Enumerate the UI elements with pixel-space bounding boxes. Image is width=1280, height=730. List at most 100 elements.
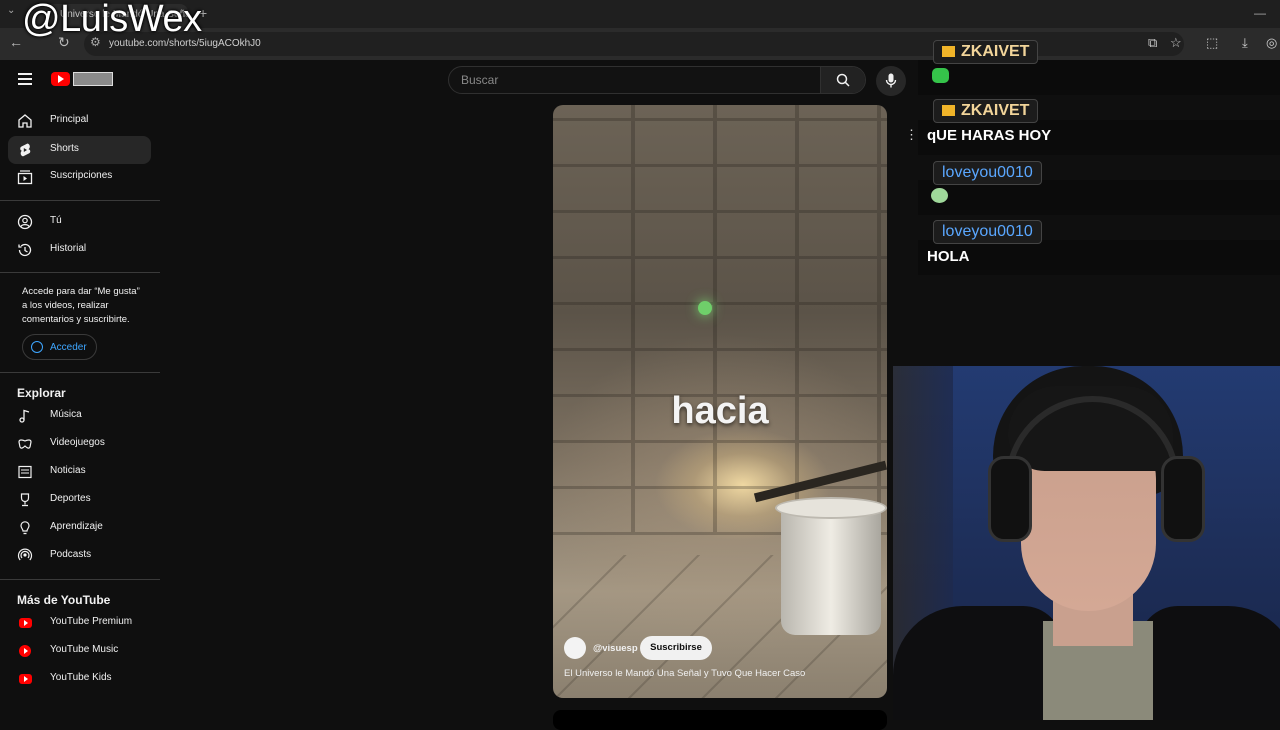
explore-heading: Explorar: [17, 386, 66, 400]
extensions-icon[interactable]: ⬚: [1206, 35, 1218, 51]
sidebar-item-label: YouTube Music: [50, 644, 119, 655]
search-button[interactable]: [820, 67, 865, 93]
chat-message-text: qUE HARAS HOY: [927, 127, 1052, 144]
bucket-shape: [781, 505, 881, 635]
sidebar-item-label: Podcasts: [50, 549, 92, 560]
minimize-icon[interactable]: —: [1254, 6, 1266, 20]
sidebar-item-aprendizaje[interactable]: Aprendizaje: [8, 514, 151, 542]
next-short-preview[interactable]: [553, 710, 887, 730]
lightbulb-icon: [20, 521, 30, 535]
bucket-rim-shape: [775, 497, 887, 519]
sidebar-item-historial[interactable]: Historial: [8, 236, 151, 264]
sidebar-item-label: Noticias: [50, 465, 86, 476]
chat-username: loveyou0010: [933, 161, 1042, 185]
sidebar-divider: [0, 579, 160, 580]
profile-icon[interactable]: ◎: [1266, 35, 1277, 51]
chat-message-row: [918, 240, 1280, 275]
cast-icon[interactable]: ⧉: [1148, 35, 1157, 51]
user-icon: [17, 214, 33, 230]
sidebar-item-musica[interactable]: Música: [8, 402, 151, 430]
chat-username: loveyou0010: [933, 220, 1042, 244]
back-icon[interactable]: ←: [9, 34, 23, 50]
headphone-cup-icon: [988, 456, 1032, 542]
short-title[interactable]: El Universo le Mandó Una Señal y Tuvo Qu…: [564, 668, 805, 679]
search-icon: [836, 73, 850, 87]
download-icon[interactable]: ⤓: [1242, 35, 1248, 51]
green-orb-shape: [698, 301, 712, 315]
skull-emote-icon: [931, 188, 948, 203]
tab-search-icon[interactable]: ⌄: [7, 5, 15, 16]
sidebar-item-podcasts[interactable]: Podcasts: [8, 542, 151, 570]
more-from-youtube-heading: Más de YouTube: [17, 593, 111, 607]
history-icon: [18, 243, 32, 257]
crown-badge-icon: [942, 46, 955, 57]
sidebar-item-label: Suscripciones: [50, 170, 113, 181]
menu-icon[interactable]: [18, 73, 32, 88]
chat-message-row: [918, 60, 1280, 95]
chat-username: ZKAIVET: [933, 99, 1039, 123]
trophy-icon: [20, 493, 30, 507]
sidebar-item-label: Tú: [50, 215, 62, 226]
sidebar-divider: [0, 200, 160, 201]
channel-avatar[interactable]: [564, 637, 586, 659]
subscriptions-icon: [17, 170, 33, 185]
voice-search-button[interactable]: [876, 66, 906, 96]
sidebar-item-label: Shorts: [50, 143, 79, 154]
youtube-logo-wordmark[interactable]: [73, 72, 113, 86]
news-icon: [18, 465, 32, 479]
youtube-logo-icon[interactable]: [51, 72, 70, 86]
search-box: [448, 66, 866, 94]
brick-wall-texture: [553, 105, 887, 535]
sidebar-item-noticias[interactable]: Noticias: [8, 458, 151, 486]
podcast-icon: [17, 548, 33, 561]
short-video-player[interactable]: hacia @visuesp Suscribirse El Universo l…: [553, 105, 887, 698]
sidebar-divider: [0, 372, 160, 373]
sidebar-item-label: Aprendizaje: [50, 521, 103, 532]
gaming-icon: [18, 439, 32, 449]
youtube-music-icon: [19, 645, 31, 657]
sidebar-item-youtube-music[interactable]: YouTube Music: [8, 637, 151, 665]
sidebar-divider: [0, 272, 160, 273]
sidebar-item-label: Principal: [50, 114, 89, 125]
channel-name[interactable]: @visuesp: [593, 643, 638, 654]
sidebar-item-label: YouTube Kids: [50, 672, 112, 683]
webcam-feed: [893, 366, 1280, 720]
sidebar-item-shorts[interactable]: Shorts: [8, 136, 151, 164]
short-more-options-icon[interactable]: ⋮: [905, 127, 918, 143]
chat-message-row: [918, 180, 1280, 215]
search-input[interactable]: [459, 72, 813, 88]
sidebar-item-label: YouTube Premium: [50, 616, 133, 627]
signin-button[interactable]: Acceder: [22, 334, 97, 360]
sidebar-item-tu[interactable]: Tú: [8, 208, 151, 236]
headphone-cup-icon: [1161, 456, 1205, 542]
youtube-premium-icon: [19, 618, 32, 628]
music-icon: [19, 409, 30, 423]
jacket-shape: [893, 606, 1063, 720]
chat-username: ZKAIVET: [933, 40, 1039, 64]
microphone-icon: [885, 73, 897, 88]
home-icon: [18, 114, 32, 128]
sidebar-item-suscripciones[interactable]: Suscripciones: [8, 163, 151, 191]
sidebar-item-youtube-kids[interactable]: YouTube Kids: [8, 665, 151, 693]
subscribe-button[interactable]: Suscribirse: [640, 636, 712, 660]
video-caption: hacia: [671, 390, 769, 432]
shorts-icon: [20, 143, 31, 157]
youtube-kids-icon: [19, 674, 32, 684]
sidebar-item-label: Videojuegos: [50, 437, 105, 448]
signin-prompt: Accede para dar “Me gusta” a los videos,…: [22, 286, 140, 325]
sidebar-item-label: Música: [50, 409, 82, 420]
sidebar-item-label: Deportes: [50, 493, 91, 504]
green-emote-icon: [932, 68, 949, 83]
jacket-shape: [1138, 606, 1280, 720]
chat-message-text: HOLA: [927, 248, 970, 265]
sidebar: Principal Shorts Suscripciones Tú Histor…: [0, 100, 160, 720]
sidebar-item-youtube-premium[interactable]: YouTube Premium: [8, 609, 151, 637]
sidebar-item-deportes[interactable]: Deportes: [8, 486, 151, 514]
signin-button-label: Acceder: [50, 342, 87, 353]
streamer-watermark: @LuisWex: [22, 0, 202, 40]
sidebar-item-videojuegos[interactable]: Videojuegos: [8, 430, 151, 458]
bookmark-star-icon[interactable]: ☆: [1170, 35, 1182, 51]
sidebar-item-label: Historial: [50, 243, 87, 254]
sidebar-item-principal[interactable]: Principal: [8, 107, 151, 135]
crown-badge-icon: [942, 105, 955, 116]
